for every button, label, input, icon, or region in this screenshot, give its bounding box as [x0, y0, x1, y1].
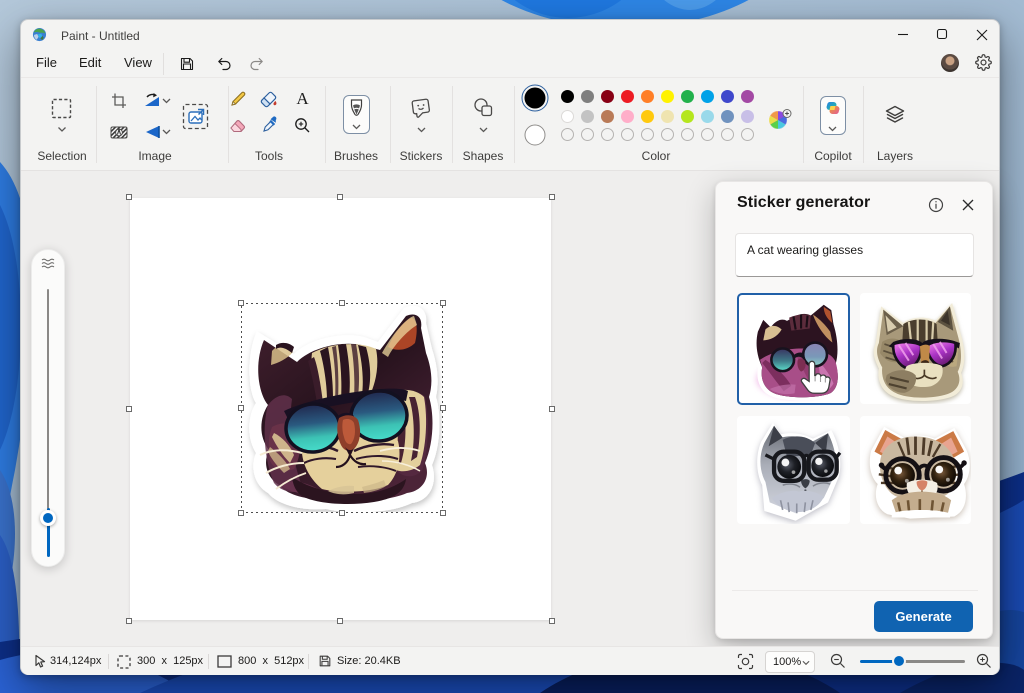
svg-text:A: A: [296, 90, 309, 107]
